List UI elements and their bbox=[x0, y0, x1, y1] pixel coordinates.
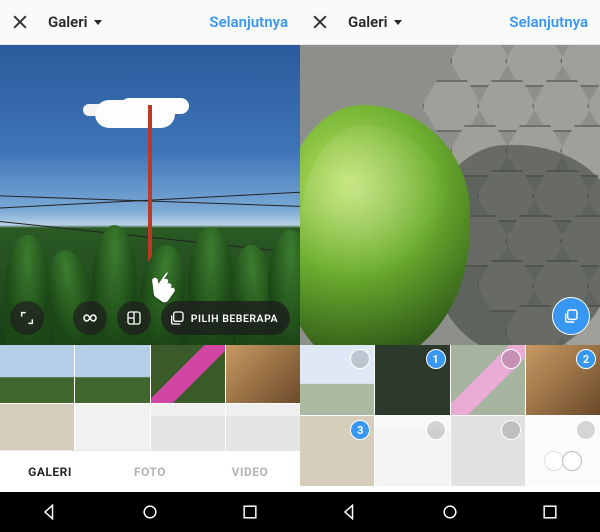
nav-home-icon[interactable] bbox=[440, 502, 460, 522]
tab-photo[interactable]: FOTO bbox=[100, 451, 200, 492]
topbar: Galeri Selanjutnya bbox=[0, 0, 300, 45]
combine-button[interactable] bbox=[117, 301, 151, 335]
thumb[interactable] bbox=[75, 345, 149, 403]
select-indicator bbox=[576, 420, 596, 440]
select-multiple-label: PILIH BEBERAPA bbox=[191, 312, 278, 325]
layers-icon bbox=[563, 308, 579, 324]
nav-back-icon[interactable] bbox=[340, 502, 360, 522]
thumb[interactable] bbox=[226, 345, 300, 403]
thumb[interactable]: 1 bbox=[375, 345, 449, 415]
thumb[interactable]: 3 bbox=[300, 416, 374, 486]
preview-area[interactable] bbox=[300, 45, 600, 345]
android-navbar bbox=[300, 492, 600, 532]
nav-back-icon[interactable] bbox=[40, 502, 60, 522]
close-icon[interactable] bbox=[10, 12, 30, 32]
thumb[interactable] bbox=[451, 416, 525, 486]
thumb[interactable] bbox=[375, 416, 449, 486]
layers-icon bbox=[169, 310, 185, 326]
select-multiple-active[interactable] bbox=[552, 297, 590, 335]
topbar: Galeri Selanjutnya bbox=[300, 0, 600, 45]
thumb[interactable] bbox=[226, 404, 300, 450]
source-picker[interactable]: Galeri bbox=[48, 13, 102, 31]
nav-home-icon[interactable] bbox=[140, 502, 160, 522]
select-indicator: 1 bbox=[426, 349, 446, 369]
expand-icon bbox=[19, 310, 35, 326]
screen-before: Galeri Selanjutnya bbox=[0, 0, 300, 532]
tab-video[interactable]: VIDEO bbox=[200, 451, 300, 492]
expand-button[interactable] bbox=[10, 301, 44, 335]
chevron-down-icon bbox=[394, 20, 402, 25]
thumb[interactable] bbox=[0, 404, 74, 450]
select-indicator bbox=[426, 420, 446, 440]
preview-controls bbox=[300, 297, 600, 335]
select-indicator: 2 bbox=[576, 349, 596, 369]
layout-icon bbox=[126, 310, 142, 326]
source-picker[interactable]: Galeri bbox=[348, 13, 402, 31]
thumbnail-grid: 1 2 3 bbox=[300, 345, 600, 492]
source-label: Galeri bbox=[48, 13, 88, 31]
thumbnail-grid bbox=[0, 345, 300, 450]
thumb[interactable] bbox=[451, 345, 525, 415]
bottom-tabs: GALERI FOTO VIDEO bbox=[0, 450, 300, 492]
close-icon[interactable] bbox=[310, 12, 330, 32]
screen-after: Galeri Selanjutnya 1 2 3 bbox=[300, 0, 600, 532]
thumb[interactable] bbox=[300, 345, 374, 415]
source-label: Galeri bbox=[348, 13, 388, 31]
infinity-icon bbox=[81, 309, 99, 327]
nav-recent-icon[interactable] bbox=[540, 502, 560, 522]
tab-gallery[interactable]: GALERI bbox=[0, 451, 100, 492]
next-button[interactable]: Selanjutnya bbox=[509, 13, 588, 31]
thumb[interactable]: 2 bbox=[526, 345, 600, 415]
boomerang-button[interactable] bbox=[73, 301, 107, 335]
nav-recent-icon[interactable] bbox=[240, 502, 260, 522]
thumb[interactable] bbox=[526, 416, 600, 486]
thumb[interactable] bbox=[151, 345, 225, 403]
chevron-down-icon bbox=[94, 20, 102, 25]
next-button[interactable]: Selanjutnya bbox=[209, 13, 288, 31]
thumb[interactable] bbox=[151, 404, 225, 450]
thumb[interactable] bbox=[0, 345, 74, 403]
select-indicator: 3 bbox=[350, 420, 370, 440]
preview-area[interactable]: PILIH BEBERAPA bbox=[0, 45, 300, 345]
thumb[interactable] bbox=[75, 404, 149, 450]
select-indicator bbox=[501, 420, 521, 440]
preview-controls: PILIH BEBERAPA bbox=[0, 301, 300, 335]
select-multiple-button[interactable]: PILIH BEBERAPA bbox=[161, 301, 290, 335]
select-indicator bbox=[501, 349, 521, 369]
android-navbar bbox=[0, 492, 300, 532]
